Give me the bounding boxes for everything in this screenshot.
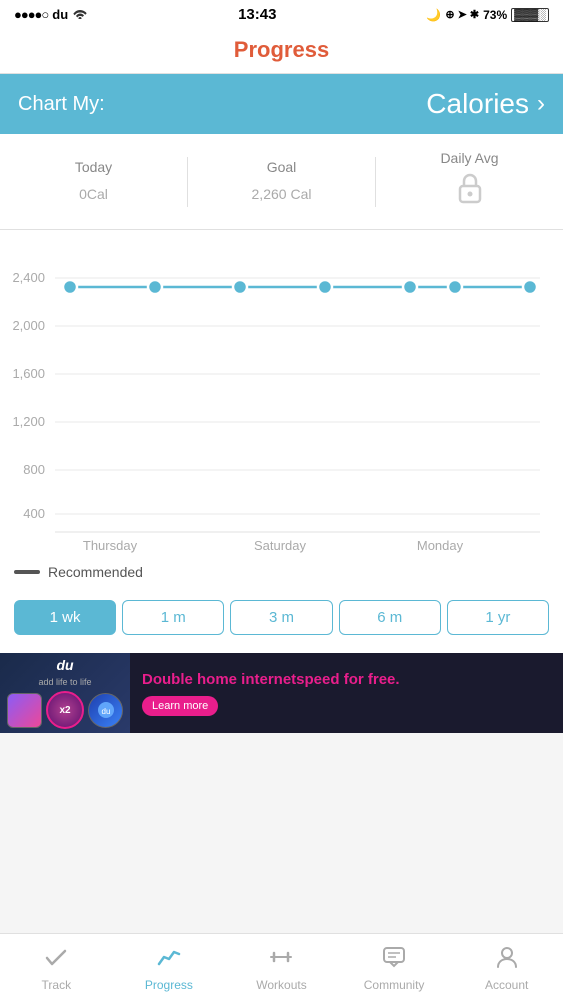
stat-daily-avg: Daily Avg (376, 150, 563, 213)
ad-multiplier: x2 (46, 691, 84, 729)
time-period-selector: 1 wk 1 m 3 m 6 m 1 yr (0, 590, 563, 649)
workouts-icon (268, 944, 294, 974)
track-label: Track (42, 978, 72, 992)
carrier: du (52, 7, 68, 22)
ad-tagline: add life to life (38, 677, 91, 687)
data-point (403, 280, 417, 294)
svg-text:Saturday: Saturday (254, 538, 307, 553)
ad-right: Double home internetspeed for free. Lear… (130, 660, 563, 726)
ad-left: du add life to life x2 du (0, 653, 130, 733)
svg-text:2,400: 2,400 (12, 270, 45, 285)
chart-my-label: Chart My: (18, 93, 105, 116)
svg-text:du: du (101, 707, 110, 716)
today-value: 0Cal (0, 179, 187, 205)
svg-text:400: 400 (23, 506, 45, 521)
svg-text:1,600: 1,600 (12, 366, 45, 381)
community-label: Community (364, 978, 425, 992)
svg-text:2,000: 2,000 (12, 318, 45, 333)
community-icon (381, 944, 407, 974)
goal-value: 2,260 Cal (188, 179, 375, 205)
battery-text: 73% (483, 8, 507, 22)
svg-text:800: 800 (23, 462, 45, 477)
data-point (523, 280, 537, 294)
legend-line-icon (14, 570, 40, 574)
stat-goal: Goal 2,260 Cal (188, 159, 375, 205)
data-point (318, 280, 332, 294)
stats-row: Today 0Cal Goal 2,260 Cal Daily Avg (0, 134, 563, 230)
track-icon (43, 944, 69, 974)
status-time: 13:43 (238, 6, 276, 23)
ad-title: Double home internetspeed for free. (142, 670, 551, 690)
time-btn-6m[interactable]: 6 m (339, 600, 441, 635)
svg-text:Thursday: Thursday (83, 538, 138, 553)
ad-cta-button[interactable]: Learn more (142, 696, 218, 716)
progress-label: Progress (145, 978, 193, 992)
progress-icon (156, 944, 182, 974)
account-icon (494, 944, 520, 974)
data-point (63, 280, 77, 294)
time-btn-3m[interactable]: 3 m (230, 600, 332, 635)
line-chart: 2,400 2,000 1,600 1,200 800 400 Thursday (0, 230, 563, 560)
wifi-icon (72, 7, 88, 22)
data-point (148, 280, 162, 294)
today-label: Today (0, 159, 187, 175)
signal-dots: ●●●●○ (14, 7, 48, 22)
status-left: ●●●●○ du (14, 7, 88, 22)
ad-banner[interactable]: du add life to life x2 du Double home in… (0, 653, 563, 733)
chart-my-bar[interactable]: Chart My: Calories › (0, 74, 563, 134)
data-point (448, 280, 462, 294)
lock-icon (376, 170, 563, 213)
svg-text:Monday: Monday (417, 538, 464, 553)
time-btn-1yr[interactable]: 1 yr (447, 600, 549, 635)
page-title: Progress (0, 37, 563, 63)
moon-icon: 🌙 (426, 8, 441, 22)
ad-logo: du (56, 657, 73, 673)
nav-item-track[interactable]: Track (0, 934, 113, 1000)
ad-title-text: Double home internetspeed for free. (142, 671, 400, 688)
nav-item-workouts[interactable]: Workouts (225, 934, 338, 1000)
status-bar: ●●●●○ du 13:43 🌙 ⊕ ➤ ✱ 73% ▓▓▓░ (0, 0, 563, 29)
location-icon: ⊕ ➤ ✱ (445, 8, 479, 21)
time-btn-1m[interactable]: 1 m (122, 600, 224, 635)
app-header: Progress (0, 29, 563, 74)
battery-icon: ▓▓▓░ (511, 8, 549, 22)
bottom-nav: Track Progress Workouts (0, 933, 563, 1000)
time-btn-1wk[interactable]: 1 wk (14, 600, 116, 635)
status-right: 🌙 ⊕ ➤ ✱ 73% ▓▓▓░ (426, 8, 549, 22)
chart-my-chevron: › (537, 90, 545, 118)
stat-today: Today 0Cal (0, 159, 187, 205)
ad-images: x2 du (7, 691, 123, 729)
chart-container: 2,400 2,000 1,600 1,200 800 400 Thursday (0, 230, 563, 653)
daily-avg-label: Daily Avg (376, 150, 563, 166)
data-point (233, 280, 247, 294)
svg-text:1,200: 1,200 (12, 414, 45, 429)
nav-item-progress[interactable]: Progress (113, 934, 226, 1000)
workouts-label: Workouts (256, 978, 306, 992)
nav-item-account[interactable]: Account (450, 934, 563, 1000)
legend-label: Recommended (48, 564, 143, 580)
chart-my-value: Calories (426, 88, 529, 120)
goal-label: Goal (188, 159, 375, 175)
account-label: Account (485, 978, 528, 992)
nav-item-community[interactable]: Community (338, 934, 451, 1000)
chart-legend: Recommended (0, 560, 563, 590)
